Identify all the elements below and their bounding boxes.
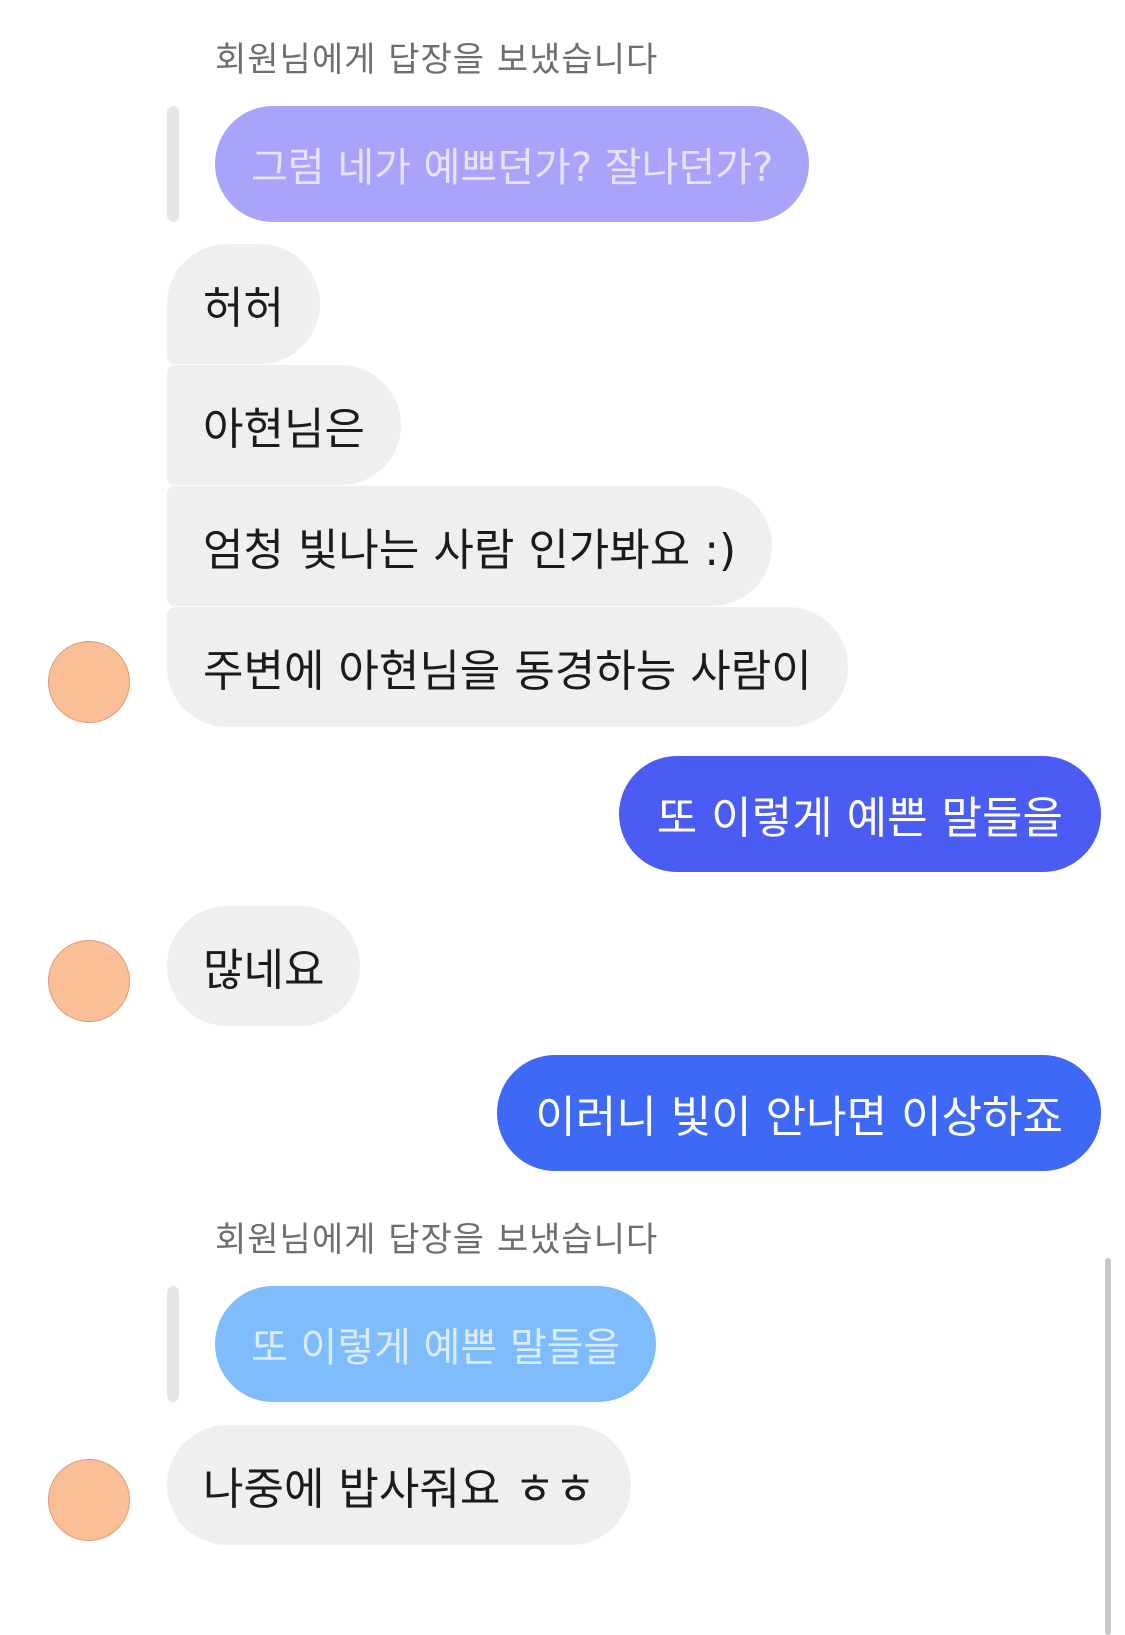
reply-quote-bar (167, 106, 179, 222)
profile-avatar-icon[interactable] (48, 940, 130, 1022)
incoming-message-bubble[interactable]: 많네요 (167, 906, 361, 1026)
quoted-message-bubble[interactable]: 또 이렇게 예쁜 말들을 (215, 1286, 657, 1402)
quoted-message-bubble[interactable]: 그럼 네가 예쁘던가? 잘나던가? (215, 106, 810, 222)
message-text: 많네요 (203, 945, 325, 996)
incoming-message-bubble[interactable]: 엄청 빛나는 사람 인가봐요 :) (167, 486, 773, 606)
outgoing-message-bubble[interactable]: 또 이렇게 예쁜 말들을 (618, 756, 1101, 872)
message-text: 주변에 아현님을 동경하능 사람이 (203, 646, 812, 697)
incoming-message-bubble[interactable]: 주변에 아현님을 동경하능 사람이 (167, 607, 848, 727)
message-text: 아현님은 (203, 404, 365, 455)
profile-avatar-icon[interactable] (48, 641, 130, 723)
incoming-message-bubble[interactable]: 나중에 밥사줘요 ㅎㅎ (167, 1425, 632, 1545)
reply-context-label: 회원님에게 답장을 보냈습니다 (215, 40, 659, 80)
message-text: 나중에 밥사줘요 ㅎㅎ (203, 1464, 596, 1515)
outgoing-message-bubble[interactable]: 이러니 빛이 안나면 이상하죠 (497, 1055, 1101, 1171)
quoted-message-text: 그럼 네가 예쁘던가? 잘나던가? (251, 145, 774, 191)
message-text: 허허 (203, 283, 284, 334)
incoming-message-bubble[interactable]: 허허 (167, 244, 320, 364)
reply-quote-bar (167, 1286, 179, 1402)
profile-avatar-icon[interactable] (48, 1459, 130, 1541)
message-text: 이러니 빛이 안나면 이상하죠 (535, 1092, 1063, 1143)
message-text: 또 이렇게 예쁜 말들을 (656, 793, 1063, 844)
incoming-message-bubble[interactable]: 아현님은 (167, 365, 401, 485)
quoted-message-text: 또 이렇게 예쁜 말들을 (251, 1325, 621, 1371)
reply-context-label: 회원님에게 답장을 보냈습니다 (215, 1220, 659, 1260)
scrollbar[interactable] (1105, 1258, 1111, 1635)
message-text: 엄청 빛나는 사람 인가봐요 :) (203, 525, 737, 576)
